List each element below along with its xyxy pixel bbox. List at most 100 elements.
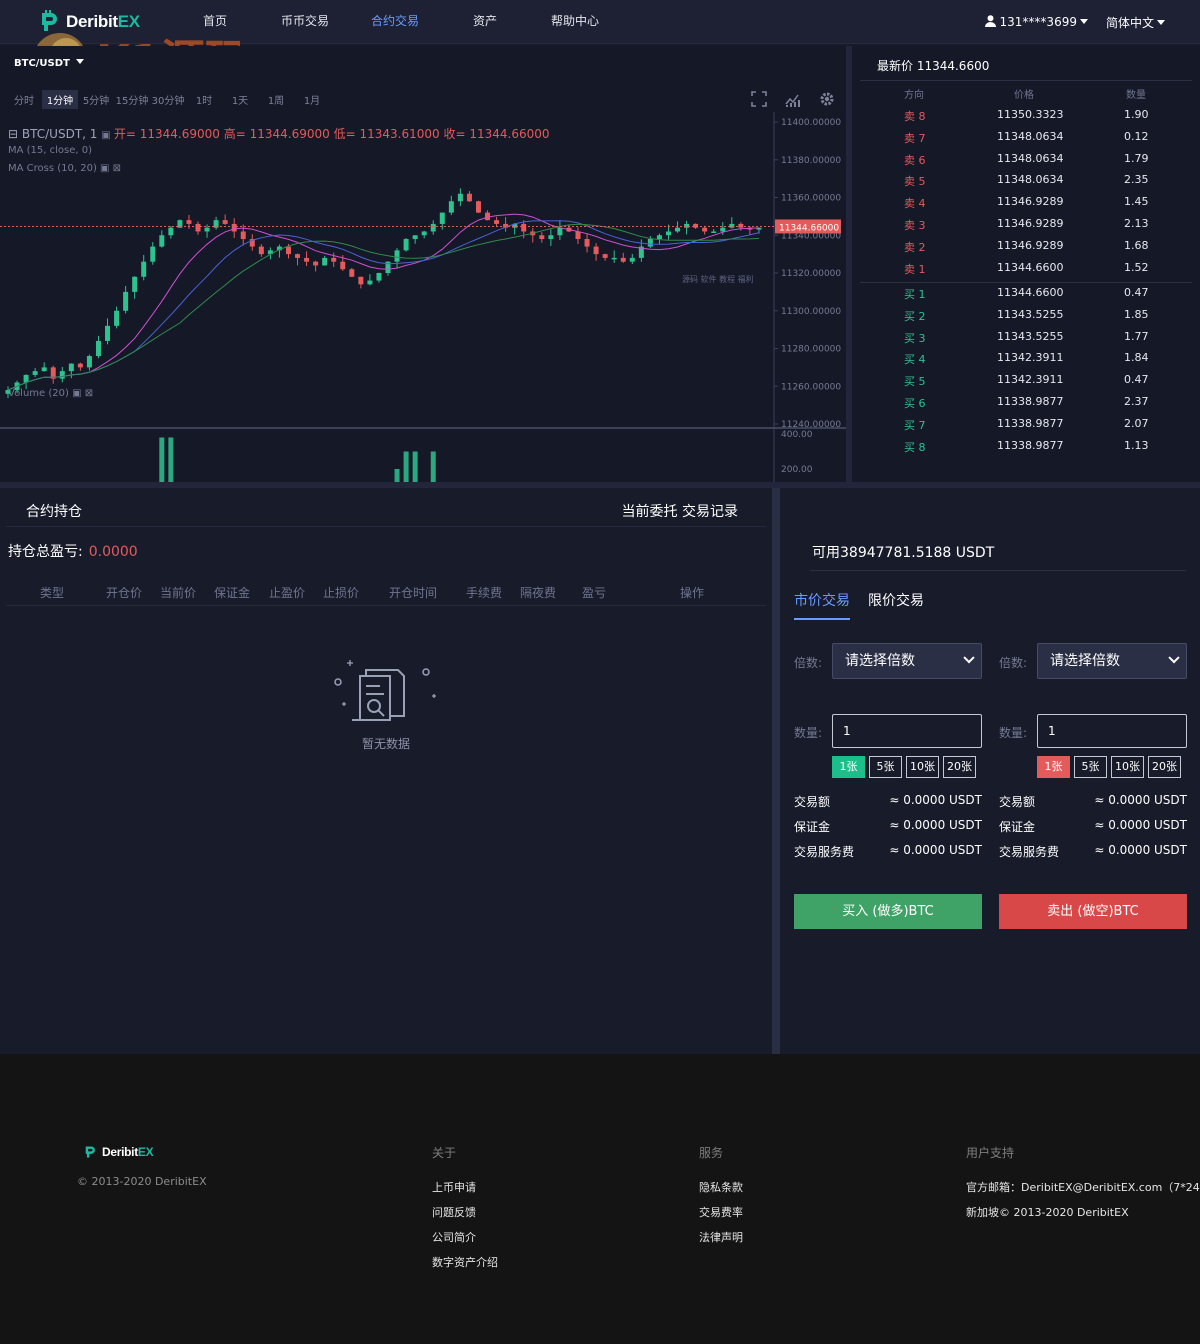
interval-1d[interactable]: 1天: [222, 90, 258, 109]
book-qty: 0.12: [1124, 129, 1149, 143]
quantity-input-sell[interactable]: 1: [1037, 714, 1187, 748]
interval-30m[interactable]: 30分钟: [150, 90, 186, 109]
candle-body: [331, 257, 337, 262]
ask-row[interactable]: 卖 4 11346.9289 1.45: [852, 195, 1200, 215]
brand-name: DeribitEX: [66, 12, 140, 31]
leverage-select-buy[interactable]: 请选择倍数: [832, 643, 982, 679]
candle-body: [611, 257, 617, 260]
volume-bar: [412, 451, 418, 482]
candle-body: [141, 261, 147, 277]
preset-10-button[interactable]: 10张: [1111, 756, 1144, 778]
footer-link-legal[interactable]: 法律声明: [699, 1229, 743, 1245]
candle-body: [394, 250, 400, 262]
nav-help[interactable]: 帮助中心: [530, 0, 620, 44]
candle-body: [95, 340, 101, 357]
book-price: 11348.0634: [997, 151, 1064, 165]
interval-1mo[interactable]: 1月: [294, 90, 330, 109]
nav-contract[interactable]: 合约交易: [350, 0, 440, 44]
candle-body: [702, 227, 708, 232]
kline-chart[interactable]: 11400.0000011380.0000011360.0000011340.0…: [0, 112, 846, 482]
language-menu[interactable]: 简体中文: [1106, 14, 1165, 31]
footer-link-feedback[interactable]: 问题反馈: [432, 1204, 498, 1220]
candle-body: [105, 325, 111, 341]
footer-link-company[interactable]: 公司简介: [432, 1229, 498, 1245]
candle-body: [675, 227, 681, 232]
candle-body: [711, 231, 717, 233]
candle-body: [258, 246, 264, 255]
main-nav: 首页 币币交易 合约交易 资产 帮助中心: [170, 0, 620, 44]
bid-row[interactable]: 买 5 11342.3911 0.47: [852, 373, 1200, 393]
ask-row[interactable]: 卖 3 11346.9289 2.13: [852, 217, 1200, 237]
interval-1m[interactable]: 1分钟: [42, 90, 78, 109]
book-qty: 2.13: [1124, 217, 1149, 230]
tab-limit[interactable]: 限价交易: [868, 590, 924, 620]
book-dir: 买 4: [904, 353, 926, 367]
ask-row[interactable]: 卖 1 11344.6600 1.52: [852, 261, 1200, 281]
ask-row[interactable]: 卖 7 11348.0634 0.12: [852, 130, 1200, 150]
ask-row[interactable]: 卖 8 11350.3323 1.90: [852, 108, 1200, 128]
quantity-input-buy[interactable]: 1: [832, 714, 982, 748]
leverage-label: 倍数:: [999, 656, 1028, 670]
candle-body: [684, 223, 690, 228]
leverage-select-sell[interactable]: 请选择倍数: [1037, 643, 1187, 679]
bid-row[interactable]: 买 7 11338.9877 2.07: [852, 417, 1200, 437]
bid-row[interactable]: 买 4 11342.3911 1.84: [852, 351, 1200, 371]
nav-spot[interactable]: 币币交易: [260, 0, 350, 44]
ask-row[interactable]: 卖 6 11348.0634 1.79: [852, 152, 1200, 172]
preset-20-button[interactable]: 20张: [1148, 756, 1181, 778]
kline-chart-panel: BTC/USDT 分时 1分钟 5分钟 15分钟 30分钟 1时 1天 1周 1…: [0, 46, 846, 482]
pair-selector[interactable]: BTC/USDT: [14, 58, 85, 69]
divider: [860, 80, 1192, 81]
fullscreen-icon[interactable]: [750, 90, 768, 108]
preset-1-button[interactable]: 1张: [1037, 756, 1070, 778]
footer-link-assets[interactable]: 数字资产介绍: [432, 1254, 498, 1270]
bid-row[interactable]: 买 6 11338.9877 2.37: [852, 395, 1200, 415]
bid-row[interactable]: 买 2 11343.5255 1.85: [852, 308, 1200, 328]
user-menu[interactable]: 131****3699: [984, 15, 1088, 29]
nav-assets[interactable]: 资产: [440, 0, 530, 44]
interval-1h[interactable]: 1时: [186, 90, 222, 109]
brand-logo[interactable]: DeribitEX: [36, 9, 140, 35]
chart-watermark-tags: 源码 软件 教程 福利: [682, 274, 754, 284]
ask-row[interactable]: 卖 2 11346.9289 1.68: [852, 239, 1200, 259]
book-dir: 买 2: [904, 309, 926, 323]
candle-body: [430, 223, 436, 232]
bid-row[interactable]: 买 8 11338.9877 1.13: [852, 439, 1200, 459]
footer-logo[interactable]: DeribitEX: [82, 1144, 154, 1160]
volume-tick-label: 400.00: [781, 430, 813, 440]
settings-gear-icon[interactable]: [818, 90, 836, 108]
tab-market[interactable]: 市价交易: [794, 590, 850, 620]
candle-body: [195, 223, 201, 232]
preset-5-button[interactable]: 5张: [869, 756, 902, 778]
footer-link-fees[interactable]: 交易费率: [699, 1204, 743, 1220]
preset-1-button[interactable]: 1张: [832, 756, 865, 778]
interval-15m[interactable]: 15分钟: [114, 90, 150, 109]
preset-5-button[interactable]: 5张: [1074, 756, 1107, 778]
sell-short-button[interactable]: 卖出 (做空)BTC: [999, 894, 1187, 929]
bid-row[interactable]: 买 3 11343.5255 1.77: [852, 330, 1200, 350]
interval-5m[interactable]: 5分钟: [78, 90, 114, 109]
positions-panel: 合约持仓 当前委托 交易记录 持仓总盈亏: 0.0000 类型 开仓价 当前价 保…: [0, 488, 772, 1054]
candle-body: [457, 193, 463, 202]
interval-1w[interactable]: 1周: [258, 90, 294, 109]
quantity-presets-buy: 1张 5张 10张 20张: [832, 756, 976, 778]
preset-20-button[interactable]: 20张: [943, 756, 976, 778]
ask-row[interactable]: 卖 5 11348.0634 2.35: [852, 173, 1200, 193]
book-dir: 卖 1: [904, 262, 926, 276]
footer-link-privacy[interactable]: 隐私条款: [699, 1179, 743, 1195]
footer-support-email[interactable]: 官方邮箱：DeribitEX@DeribitEX.com（7*24）: [966, 1179, 1200, 1195]
interval-timeline[interactable]: 分时: [6, 90, 42, 109]
preset-10-button[interactable]: 10张: [906, 756, 939, 778]
orders-history-tabs[interactable]: 当前委托 交易记录: [622, 501, 738, 521]
book-dir: 卖 7: [904, 131, 926, 145]
indicators-icon[interactable]: [784, 90, 802, 108]
buy-long-button[interactable]: 买入 (做多)BTC: [794, 894, 982, 929]
footer-link-listing[interactable]: 上币申请: [432, 1179, 498, 1195]
candle-body: [114, 310, 120, 326]
price-tick-label: 11360.00000: [781, 194, 841, 204]
positions-title[interactable]: 合约持仓: [26, 501, 82, 521]
ma10-line: [7, 213, 760, 391]
nav-home[interactable]: 首页: [170, 0, 260, 44]
candle-body: [494, 220, 500, 224]
bid-row[interactable]: 买 1 11344.6600 0.47: [852, 286, 1200, 306]
